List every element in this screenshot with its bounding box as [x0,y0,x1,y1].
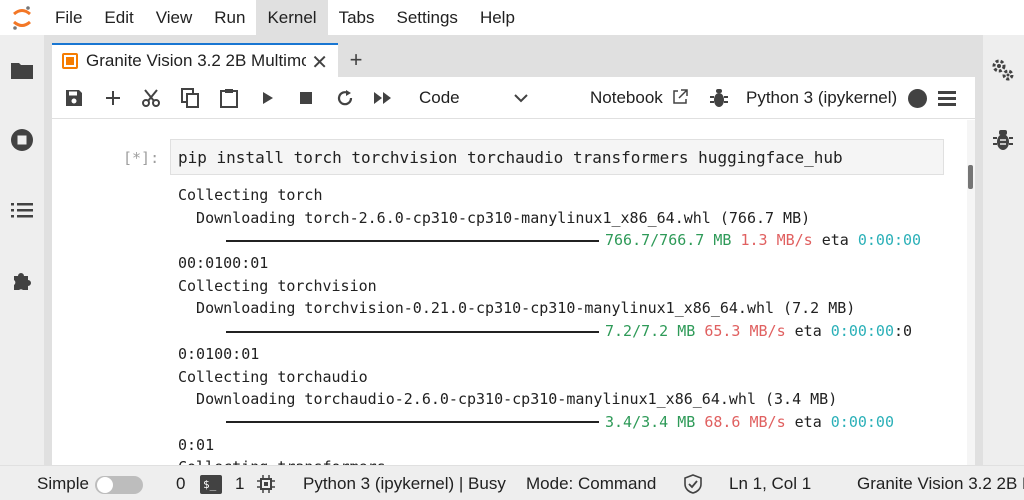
jupyter-logo-icon[interactable] [0,0,44,35]
download-speed: 1.3 MB/s [740,231,813,250]
trusted-shield-icon[interactable] [683,474,703,494]
copy-icon[interactable] [177,85,203,111]
download-size: 3.4/3.4 MB [605,412,696,431]
eta-tail: :0 [894,322,913,341]
panel-gutter-right [975,35,983,465]
output-line: Downloading torchvision-0.21.0-cp310-cp3… [178,299,856,318]
notebook-panel: [*]: pip install torch torchvision torch… [52,120,967,465]
output-line: Collecting torchvision [178,276,377,295]
chevron-down-icon[interactable] [514,85,528,111]
download-speed: 65.3 MB/s [704,322,786,341]
kernel-busy-indicator-icon [908,89,927,108]
notebook-name: Granite Vision 3.2 2B Mult- [857,474,1024,493]
scrollbar-thumb[interactable] [968,165,973,189]
output-line: Collecting torchaudio [178,367,368,386]
output-line: Downloading torch-2.6.0-cp310-cp310-many… [178,208,811,227]
eta-time: 0:00:00 [857,231,922,250]
simple-mode-toggle[interactable] [95,476,143,494]
notebook-label: Notebook [590,88,663,107]
menu-tabs[interactable]: Tabs [328,0,386,35]
menu-bar: File Edit View Run Kernel Tabs Settings … [0,0,1024,35]
debugger-bug-icon[interactable] [988,125,1018,155]
output-line: Downloading torchaudio-2.6.0-cp310-cp310… [178,390,838,409]
terminal-icon: $_ [200,475,222,494]
interrupt-stop-icon[interactable] [293,85,319,111]
right-sidebar [983,35,1024,465]
cell-output: Collecting torch Downloading torch-2.6.0… [178,184,967,465]
menu-run[interactable]: Run [203,0,256,35]
progress-line: 766.7/766.7 MB 1.3 MB/s eta 0:00:00 [178,229,967,252]
menu-edit[interactable]: Edit [93,0,144,35]
open-in-notebook-button[interactable]: Notebook [590,85,688,111]
menu-file[interactable]: File [44,0,93,35]
cell-prompt: [*]: [123,149,160,167]
menu-help[interactable]: Help [469,0,526,35]
run-icon[interactable] [255,85,281,111]
kernels-count[interactable]: 1 [235,466,244,500]
running-stop-icon[interactable] [7,125,37,155]
panel-gutter-left [44,35,52,465]
tab-title: Granite Vision 3.2 2B Multimodal.ipynb [86,51,306,70]
left-sidebar [0,35,44,465]
simple-mode-label: Simple [37,474,89,493]
add-cell-icon[interactable] [100,85,126,111]
output-line: 0:01 [178,435,215,454]
cursor-position[interactable]: Ln 1, Col 1 [729,466,811,500]
panel-gutter-top [52,35,975,43]
menu-hamburger-icon[interactable] [934,85,960,111]
progress-bar [226,239,599,242]
cut-icon[interactable] [138,85,164,111]
status-bar: Simple 0 $_ 1 Python 3 (ipykernel) | Bus… [0,465,1024,500]
fast-forward-icon[interactable] [370,85,396,111]
notebook-toolbar: Code Notebook Python 3 (ipykernel) [52,77,975,119]
toggle-knob [97,477,113,493]
tab-notebook[interactable]: Granite Vision 3.2 2B Multimodal.ipynb ✕ [52,43,338,77]
tab-bar: Granite Vision 3.2 2B Multimodal.ipynb ✕… [52,43,975,77]
extension-puzzle-icon[interactable] [7,266,37,296]
download-size: 766.7/766.7 MB [605,231,732,250]
code-source: pip install torch torchvision torchaudio… [178,148,843,167]
output-line: Collecting torch [178,186,323,204]
eta-label: eta [794,412,822,431]
eta-time: 0:00:00 [830,322,894,341]
toc-list-icon[interactable] [7,195,37,225]
output-line: 0:0100:01 [178,344,260,363]
eta-label: eta [794,322,822,341]
terminals-count[interactable]: 0 [176,466,185,500]
close-icon[interactable]: ✕ [311,50,328,75]
debugger-icon[interactable] [706,85,732,111]
kernel-name-button[interactable]: Python 3 (ipykernel) [746,85,897,111]
restart-icon[interactable] [332,85,358,111]
progress-line: 3.4/3.4 MB 68.6 MB/s eta 0:00:00 [178,411,967,434]
notebook-mode: Mode: Command [526,474,657,493]
code-cell-input[interactable]: pip install torch torchvision torchaudio… [170,139,944,175]
download-size: 7.2/7.2 MB [605,322,696,341]
download-speed: 68.6 MB/s [704,412,786,431]
eta-time: 0:00:00 [830,412,894,431]
output-line: 00:0100:01 [178,254,269,273]
kernel-status[interactable]: Python 3 (ipykernel) | Busy [303,466,506,500]
output-line: Collecting transformers [178,456,967,465]
progress-line: 7.2/7.2 MB 65.3 MB/s eta 0:00:00:0 [178,320,967,343]
new-launcher-button[interactable]: + [340,43,372,77]
folder-icon[interactable] [7,55,37,85]
progress-bar [226,330,599,333]
property-inspector-gears-icon[interactable] [988,55,1018,85]
notebook-icon [62,53,78,69]
save-icon[interactable] [61,85,87,111]
kernel-chip-icon [257,475,275,493]
progress-bar [226,421,599,424]
menu-kernel[interactable]: Kernel [256,0,328,35]
eta-label: eta [821,231,849,250]
paste-icon[interactable] [216,85,242,111]
menu-view[interactable]: View [145,0,204,35]
external-link-icon [672,89,688,104]
menu-settings[interactable]: Settings [386,0,469,35]
